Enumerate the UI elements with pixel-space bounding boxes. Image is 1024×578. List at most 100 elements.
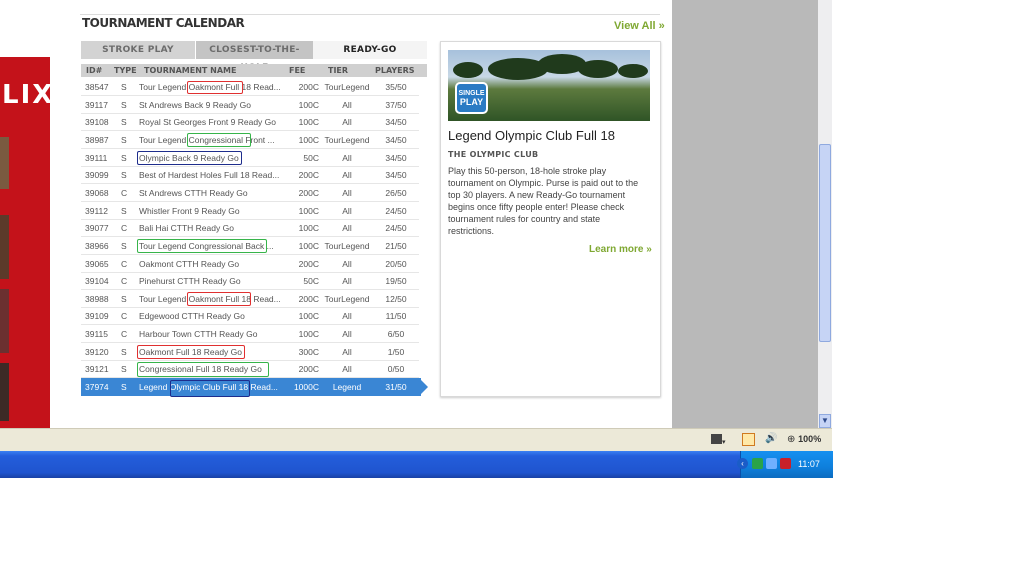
cell-name: Best of Hardest Holes Full 18 Read... bbox=[139, 170, 280, 181]
selected-row-arrow bbox=[419, 378, 428, 396]
calendar-title: TOURNAMENT CALENDAR bbox=[82, 16, 245, 30]
antivirus-shield-icon[interactable] bbox=[780, 458, 791, 469]
cell-id: 39099 bbox=[85, 170, 109, 181]
promo-thumbnail[interactable] bbox=[0, 137, 9, 189]
cell-id: 38987 bbox=[85, 134, 109, 145]
learn-more-link[interactable]: Learn more » bbox=[589, 244, 652, 255]
zoom-level: 100% bbox=[798, 434, 822, 444]
cell-name: Olympic Back 9 Ready Go bbox=[139, 152, 239, 163]
scroll-down-button[interactable]: ▼ bbox=[819, 414, 831, 428]
speaker-icon[interactable]: 🔊 bbox=[765, 431, 779, 447]
table-row[interactable]: 38988 S Tour Legend Oakmont Full 18 Read..… bbox=[81, 290, 419, 308]
promo-thumbnail[interactable] bbox=[0, 215, 9, 279]
cell-id: 39117 bbox=[85, 99, 109, 110]
tab-stroke-play[interactable]: STROKE PLAY bbox=[81, 41, 195, 59]
table-row[interactable]: 38987 S Tour Legend Congressional Front ..… bbox=[81, 131, 419, 149]
promo-thumbnail[interactable] bbox=[0, 363, 9, 421]
table-row[interactable]: 39068 C St Andrews CTTH Ready Go 200C All 26/… bbox=[81, 184, 419, 202]
table-row[interactable]: 39112 S Whistler Front 9 Ready Go 100C All 24… bbox=[81, 202, 419, 220]
cell-tier: All bbox=[342, 364, 352, 375]
cell-name: Edgewood CTTH Ready Go bbox=[139, 311, 245, 322]
cell-fee: 300C bbox=[298, 346, 319, 357]
promo-thumbnail[interactable] bbox=[0, 289, 9, 353]
taskbar-clock[interactable]: 11:07 bbox=[798, 459, 820, 469]
scrollbar-thumb[interactable] bbox=[819, 144, 831, 342]
view-all-link[interactable]: View All » bbox=[614, 20, 665, 32]
table-row[interactable]: 39111 S Olympic Back 9 Ready Go 50C All 34/50 bbox=[81, 149, 419, 167]
cell-players: 12/50 bbox=[385, 293, 407, 304]
cell-players: 1/50 bbox=[387, 346, 405, 357]
cell-fee: 100C bbox=[298, 240, 319, 251]
network-icon[interactable] bbox=[752, 458, 763, 469]
column-header-tier[interactable]: TIER bbox=[328, 66, 348, 75]
table-row[interactable]: 39120 S Oakmont Full 18 Ready Go 300C All 1/5… bbox=[81, 343, 419, 361]
table-row[interactable]: 38966 S Tour Legend Congressional Back ...… bbox=[81, 237, 419, 255]
cell-players: 6/50 bbox=[387, 329, 405, 340]
cell-type: S bbox=[121, 382, 127, 393]
cell-fee: 100C bbox=[298, 223, 319, 234]
cell-id: 39121 bbox=[85, 364, 109, 375]
cell-type: C bbox=[121, 187, 128, 198]
cell-tier: TourLegend bbox=[324, 134, 370, 145]
cell-type: C bbox=[121, 258, 128, 269]
cell-id: 39120 bbox=[85, 346, 109, 357]
table-row[interactable]: 39108 S Royal St Georges Front 9 Ready Go 1… bbox=[81, 113, 419, 132]
table-row[interactable]: 39109 C Edgewood CTTH Ready Go 100C All 11/50 bbox=[81, 307, 419, 326]
show-hidden-icons-chevron-icon[interactable]: ‹ bbox=[737, 458, 748, 469]
cell-type: S bbox=[121, 346, 127, 357]
table-row[interactable]: 38547 S Tour Legend Oakmont Full 18 Read..… bbox=[81, 78, 419, 96]
column-header-players[interactable]: PLAYERS bbox=[375, 66, 415, 75]
display-icon[interactable] bbox=[766, 458, 777, 469]
tournament-type-tabs: STROKE PLAY CLOSEST-TO-THE-HOLE READY-GO bbox=[81, 41, 427, 73]
cell-id: 37974 bbox=[85, 382, 109, 393]
table-row[interactable]: 39121 S Congressional Full 18 Ready Go 200C… bbox=[81, 360, 419, 379]
cell-fee: 200C bbox=[298, 170, 319, 181]
zoom-icon: ⊕ bbox=[787, 434, 796, 445]
cell-fee: 200C bbox=[298, 187, 319, 198]
cell-players: 34/50 bbox=[385, 152, 407, 163]
cell-name: Legend Olympic Club Full 18 Read... bbox=[139, 382, 278, 393]
cell-players: 34/50 bbox=[385, 117, 407, 128]
column-header-name[interactable]: TOURNAMENT NAME bbox=[144, 66, 236, 75]
cell-tier: TourLegend bbox=[324, 240, 370, 251]
zoom-control[interactable]: ⊕ 100% bbox=[787, 431, 827, 447]
cell-players: 31/50 bbox=[385, 382, 407, 393]
cell-tier: All bbox=[342, 205, 352, 216]
cell-fee: 200C bbox=[298, 82, 319, 92]
column-header-fee[interactable]: FEE bbox=[289, 66, 305, 75]
cell-type: C bbox=[121, 311, 128, 322]
cell-tier: All bbox=[342, 117, 352, 128]
cell-id: 39109 bbox=[85, 311, 109, 322]
tab-ready-go[interactable]: READY-GO bbox=[313, 41, 427, 59]
column-header-type[interactable]: TYPE bbox=[114, 66, 137, 75]
cell-players: 0/50 bbox=[387, 364, 405, 375]
single-play-badge: SINGLE PLAY bbox=[455, 82, 488, 114]
cell-tier: TourLegend bbox=[324, 293, 370, 304]
table-row[interactable]: 39065 C Oakmont CTTH Ready Go 200C All 20/50 bbox=[81, 255, 419, 273]
cell-players: 21/50 bbox=[385, 240, 407, 251]
page-background-gutter bbox=[672, 0, 832, 428]
taskbar bbox=[0, 451, 832, 478]
cell-fee: 200C bbox=[298, 364, 319, 375]
promo-banner[interactable] bbox=[0, 57, 50, 428]
column-header-id[interactable]: ID# bbox=[86, 66, 102, 75]
cell-type: C bbox=[121, 276, 128, 287]
table-row-selected[interactable]: 37974 S Legend Olympic Club Full 18 Read..… bbox=[81, 378, 421, 397]
table-row[interactable]: 39117 S St Andrews Back 9 Ready Go 100C All 3… bbox=[81, 96, 419, 114]
tab-closest-to-the-hole[interactable]: CLOSEST-TO-THE-HOLE bbox=[195, 41, 313, 73]
cell-fee: 100C bbox=[298, 329, 319, 340]
table-row[interactable]: 39115 C Harbour Town CTTH Ready Go 100C All 6… bbox=[81, 325, 419, 344]
cell-name: Tour Legend Congressional Back ... bbox=[139, 240, 274, 251]
security-icon[interactable] bbox=[742, 431, 756, 447]
popup-blocker-icon[interactable]: ▾ bbox=[711, 431, 733, 447]
table-row[interactable]: 39077 C Bali Hai CTTH Ready Go 100C All 24/50 bbox=[81, 219, 419, 238]
cell-name: Tour Legend Congressional Front ... bbox=[139, 134, 275, 145]
table-row[interactable]: 39099 S Best of Hardest Holes Full 18 Read… bbox=[81, 166, 419, 185]
cell-type: S bbox=[121, 240, 127, 251]
cell-players: 26/50 bbox=[385, 187, 407, 198]
cell-fee: 200C bbox=[298, 293, 319, 304]
table-row[interactable]: 39104 C Pinehurst CTTH Ready Go 50C All 19/50 bbox=[81, 272, 419, 291]
cell-id: 38966 bbox=[85, 240, 109, 251]
cell-type: S bbox=[121, 117, 127, 128]
cell-name: Bali Hai CTTH Ready Go bbox=[139, 223, 234, 234]
